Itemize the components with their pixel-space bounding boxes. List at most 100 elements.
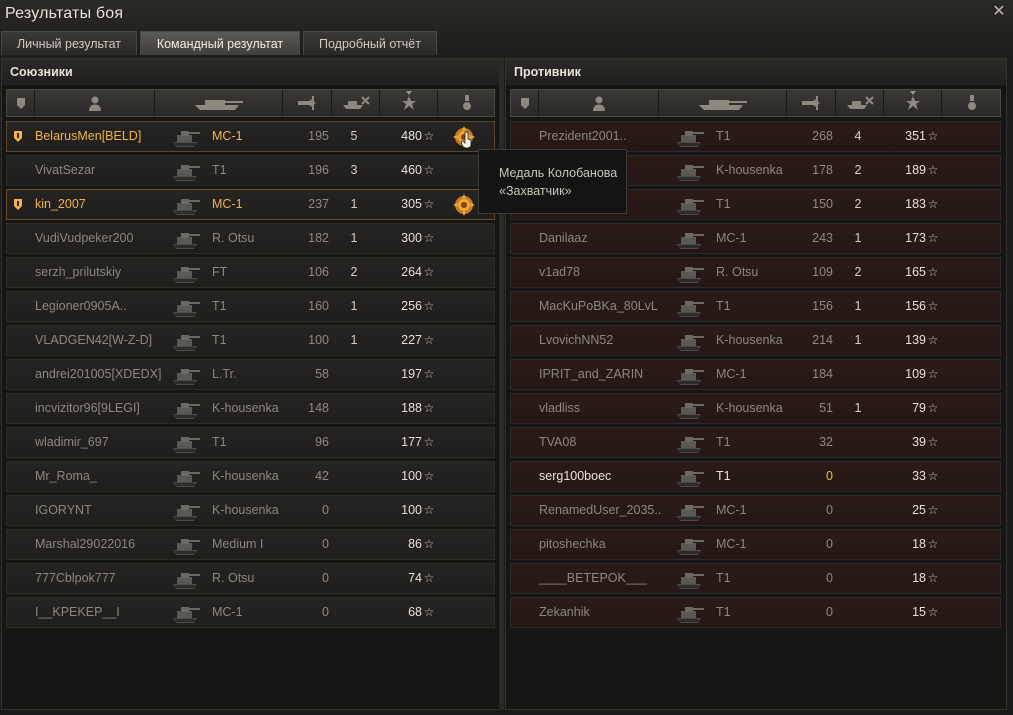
xp-value: 197 [401, 367, 422, 381]
player-row[interactable]: Zekanhik T1 0 15 ☆ [510, 597, 1001, 628]
kills-value: 1 [350, 231, 358, 245]
damage-value: 237 [308, 197, 329, 211]
sort-indicator-icon [909, 91, 916, 95]
sort-indicator-icon [405, 91, 412, 95]
player-name: vladliss [539, 401, 580, 415]
xp-value: 139 [905, 333, 926, 347]
star-icon: ☆ [423, 503, 435, 517]
player-name: kin_2007 [35, 197, 86, 211]
player-row[interactable]: Marshal29022016 Medium I 0 86 ☆ [6, 529, 495, 560]
tank-name: L.Tr. [212, 367, 237, 381]
tooltip-line-2: «Захватчик» [499, 184, 572, 198]
medal-column-icon[interactable] [438, 90, 496, 116]
player-row[interactable]: LvovichNN52 K-housenka 214 1 139 ☆ [510, 325, 1001, 356]
vehicle-column-icon[interactable] [155, 90, 283, 116]
star-icon: ☆ [423, 435, 435, 449]
player-row[interactable]: IPRIT_and_ZARIN MC-1 184 109 ☆ [510, 359, 1001, 390]
tank-name: K-housenka [212, 469, 279, 483]
damage-value: 184 [812, 367, 833, 381]
damage-column-icon[interactable] [283, 90, 332, 116]
kills-column-icon[interactable] [332, 90, 380, 116]
player-row[interactable]: serg100boec T1 0 33 ☆ [510, 461, 1001, 492]
xp-value: 86 [408, 537, 422, 551]
player-row[interactable]: I__KPEKEP__I MC-1 0 68 ☆ [6, 597, 495, 628]
vehicle-column-icon[interactable] [659, 90, 787, 116]
xp-value: 305 [401, 197, 422, 211]
tank-icon [674, 464, 706, 490]
damage-value: 0 [826, 503, 833, 517]
close-icon[interactable]: ✕ [991, 4, 1007, 20]
player-row[interactable]: VivatSezar T1 196 3 460 ☆ [6, 155, 495, 186]
tab-detailed-report[interactable]: Подробный отчёт [303, 31, 437, 55]
player-row[interactable]: VLADGEN42[W-Z-D] T1 100 1 227 ☆ [6, 325, 495, 356]
player-name: IGORYNT [35, 503, 92, 517]
medal-column-icon[interactable] [942, 90, 1002, 116]
star-icon: ☆ [927, 163, 939, 177]
player-row[interactable]: pitoshechka MC-1 0 18 ☆ [510, 529, 1001, 560]
player-row[interactable]: andrei201005[XDEDX] L.Tr. 58 197 ☆ [6, 359, 495, 390]
player-row[interactable]: Danilaaz MC-1 243 1 173 ☆ [510, 223, 1001, 254]
player-row[interactable]: MacKuPoBKa_80LvL T1 156 1 156 ☆ [510, 291, 1001, 322]
kills-value: 3 [350, 163, 358, 177]
damage-value: 109 [812, 265, 833, 279]
player-row[interactable]: kin_2007 MC-1 237 1 305 ☆ [6, 189, 495, 220]
star-icon: ☆ [927, 333, 939, 347]
tab-team-result[interactable]: Командный результат [140, 31, 300, 55]
damage-value: 0 [826, 571, 833, 585]
player-row[interactable]: v1ad78 R. Otsu 109 2 165 ☆ [510, 257, 1001, 288]
star-icon: ☆ [927, 503, 939, 517]
player-row[interactable]: Prezident2001.. T1 268 4 351 ☆ [510, 121, 1001, 152]
damage-value: 156 [812, 299, 833, 313]
player-name: incvizitor96[9LEGI] [35, 401, 140, 415]
damage-value: 0 [322, 571, 329, 585]
star-icon: ☆ [423, 367, 435, 381]
player-row[interactable]: wladimir_697 T1 96 177 ☆ [6, 427, 495, 458]
tab-personal-result[interactable]: Личный результат [1, 31, 137, 55]
tank-name: T1 [212, 299, 227, 313]
squad-column-icon[interactable] [511, 90, 539, 116]
xp-column-icon[interactable] [380, 90, 438, 116]
player-row[interactable]: incvizitor96[9LEGI] K-housenka 148 188 ☆ [6, 393, 495, 424]
damage-value: 178 [812, 163, 833, 177]
kills-column-icon[interactable] [836, 90, 884, 116]
player-row[interactable]: vladliss K-housenka 51 1 79 ☆ [510, 393, 1001, 424]
tank-icon [170, 498, 202, 524]
xp-column-icon[interactable] [884, 90, 942, 116]
kills-value: 2 [350, 265, 358, 279]
squad-column-icon[interactable] [7, 90, 35, 116]
damage-value: 100 [308, 333, 329, 347]
player-name: pitoshechka [539, 537, 606, 551]
player-name: IPRIT_and_ZARIN [539, 367, 644, 381]
player-name: Mr_Roma_ [35, 469, 97, 483]
player-name: 777Cblpok777 [35, 571, 116, 585]
player-row[interactable]: Mr_Roma_ K-housenka 42 100 ☆ [6, 461, 495, 492]
tank-name: K-housenka [212, 503, 279, 517]
player-row[interactable]: 777Cblpok777 R. Otsu 0 74 ☆ [6, 563, 495, 594]
damage-value: 214 [812, 333, 833, 347]
tank-icon [170, 226, 202, 252]
player-name: v1ad78 [539, 265, 581, 279]
player-column-icon[interactable] [539, 90, 659, 116]
tank-icon [674, 192, 706, 218]
player-column-icon[interactable] [35, 90, 155, 116]
tank-icon [170, 396, 202, 422]
tank-name: R. Otsu [716, 265, 759, 279]
player-name: Marshal29022016 [35, 537, 136, 551]
player-row[interactable]: ____BETEPOK___ T1 0 18 ☆ [510, 563, 1001, 594]
player-name: Prezident2001.. [539, 129, 627, 143]
medal-icon[interactable] [453, 193, 475, 217]
player-row[interactable]: Legioner0905A.. T1 160 1 256 ☆ [6, 291, 495, 322]
player-name: serg100boec [539, 469, 612, 483]
player-name: Legioner0905A.. [35, 299, 127, 313]
player-row[interactable]: BelarusMen[BELD] MC-1 195 5 480 ☆ [6, 121, 495, 152]
player-row[interactable]: VudiVudpeker200 R. Otsu 182 1 300 ☆ [6, 223, 495, 254]
star-icon: ☆ [927, 299, 939, 313]
tank-icon [170, 600, 202, 626]
damage-value: 51 [819, 401, 833, 415]
player-row[interactable]: RenamedUser_2035.. MC-1 0 25 ☆ [510, 495, 1001, 526]
squad-icon [14, 199, 22, 210]
damage-column-icon[interactable] [787, 90, 836, 116]
player-row[interactable]: serzh_prilutskiy FT 106 2 264 ☆ [6, 257, 495, 288]
player-row[interactable]: TVA08 T1 32 39 ☆ [510, 427, 1001, 458]
player-row[interactable]: IGORYNT K-housenka 0 100 ☆ [6, 495, 495, 526]
